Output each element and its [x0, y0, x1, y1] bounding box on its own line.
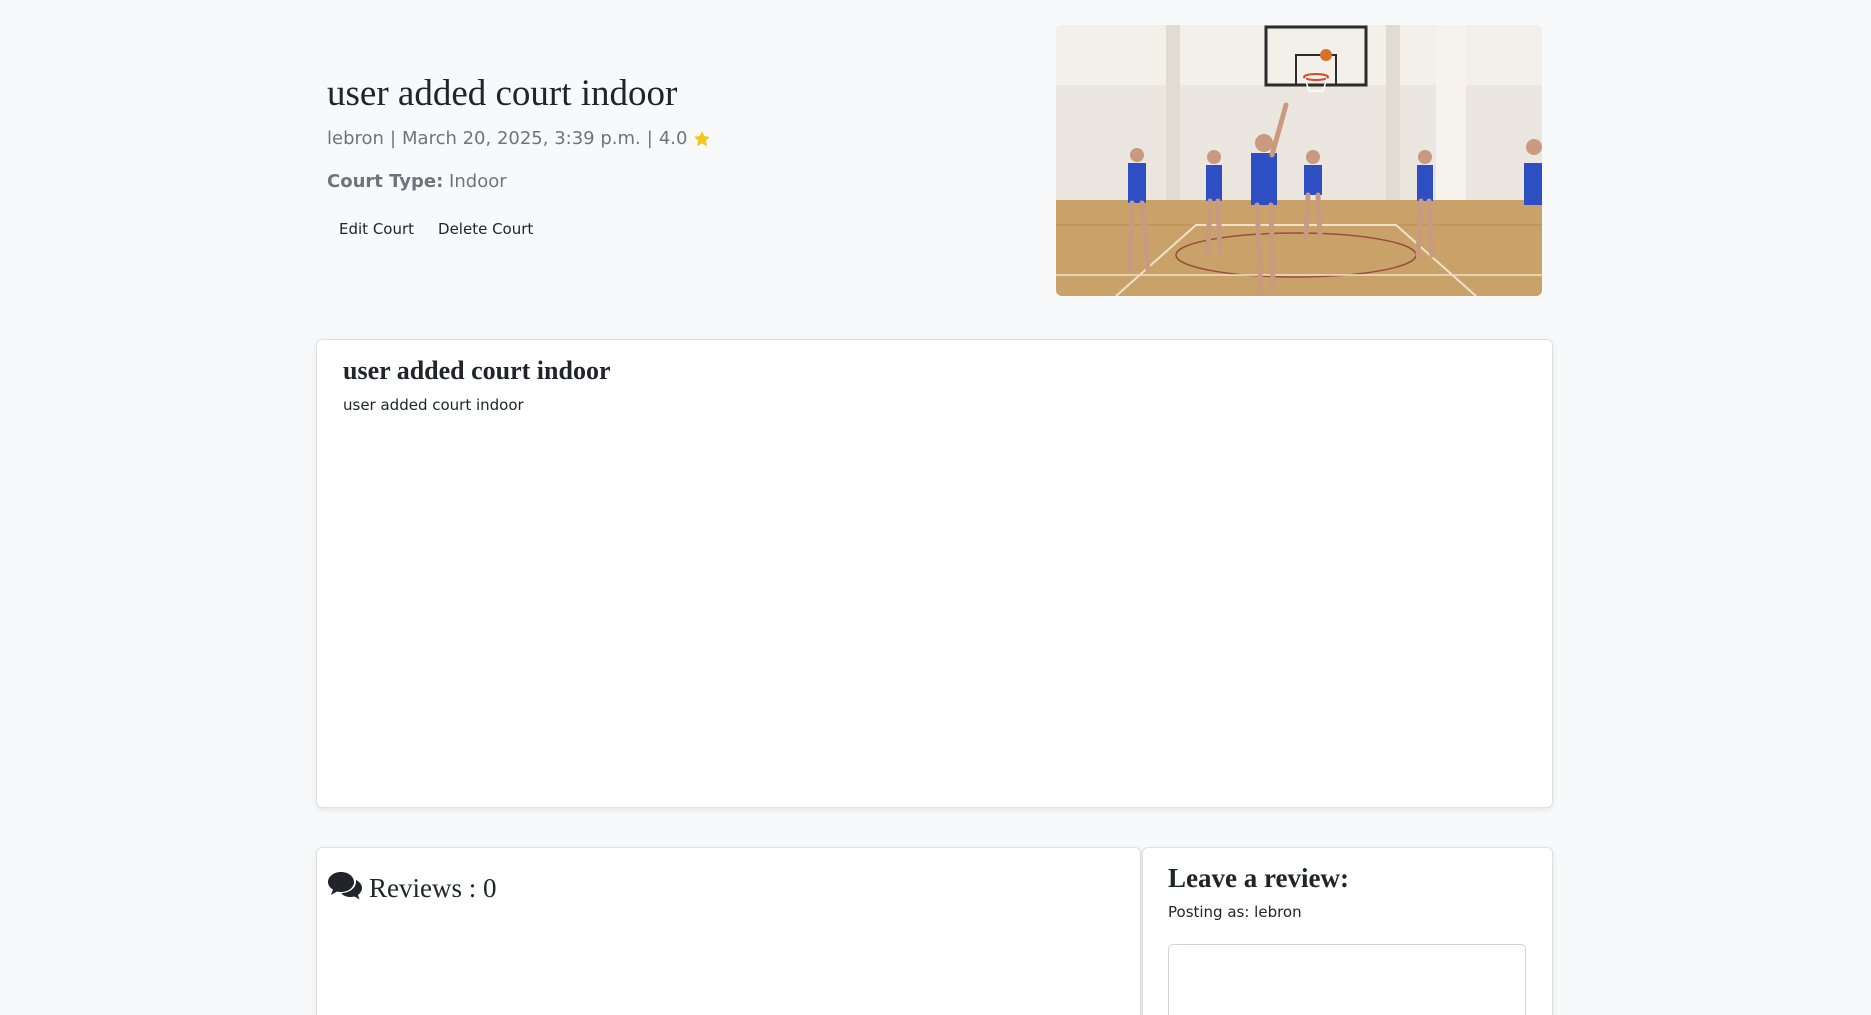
reviews-card: Reviews : 0 [316, 847, 1141, 1015]
post-date: March 20, 2025, 3:39 p.m. [402, 128, 641, 149]
court-detail-page: user added court indoor lebron | March 2… [0, 0, 1871, 1015]
review-textarea[interactable] [1168, 944, 1526, 1015]
court-type: Court Type: Indoor [327, 171, 507, 192]
reviews-count: Reviews : 0 [369, 873, 497, 903]
description-card: user added court indoor user added court… [316, 339, 1553, 808]
court-actions: Edit Court Delete Court [327, 214, 545, 244]
meta-separator: | [389, 128, 397, 149]
leave-review-card: Leave a review: Posting as: lebron [1142, 847, 1553, 1015]
page-title: user added court indoor [327, 73, 678, 114]
edit-court-button[interactable]: Edit Court [327, 214, 426, 244]
rating-value: 4.0 [658, 128, 688, 149]
author-name: lebron [327, 128, 384, 149]
posting-as: Posting as: lebron [1168, 903, 1302, 921]
description-text: user added court indoor [343, 396, 524, 414]
court-type-value: Indoor [449, 171, 507, 192]
court-meta: lebron | March 20, 2025, 3:39 p.m. | 4.0 [327, 128, 712, 149]
court-photo [1056, 25, 1542, 296]
description-title: user added court indoor [343, 356, 611, 385]
leave-review-title: Leave a review: [1168, 863, 1349, 893]
meta-separator: | [646, 128, 653, 149]
reviews-heading: Reviews : 0 [327, 870, 497, 907]
comments-icon [327, 870, 369, 907]
delete-court-button[interactable]: Delete Court [426, 214, 545, 244]
star-icon [692, 129, 712, 149]
court-type-label: Court Type: [327, 171, 444, 192]
